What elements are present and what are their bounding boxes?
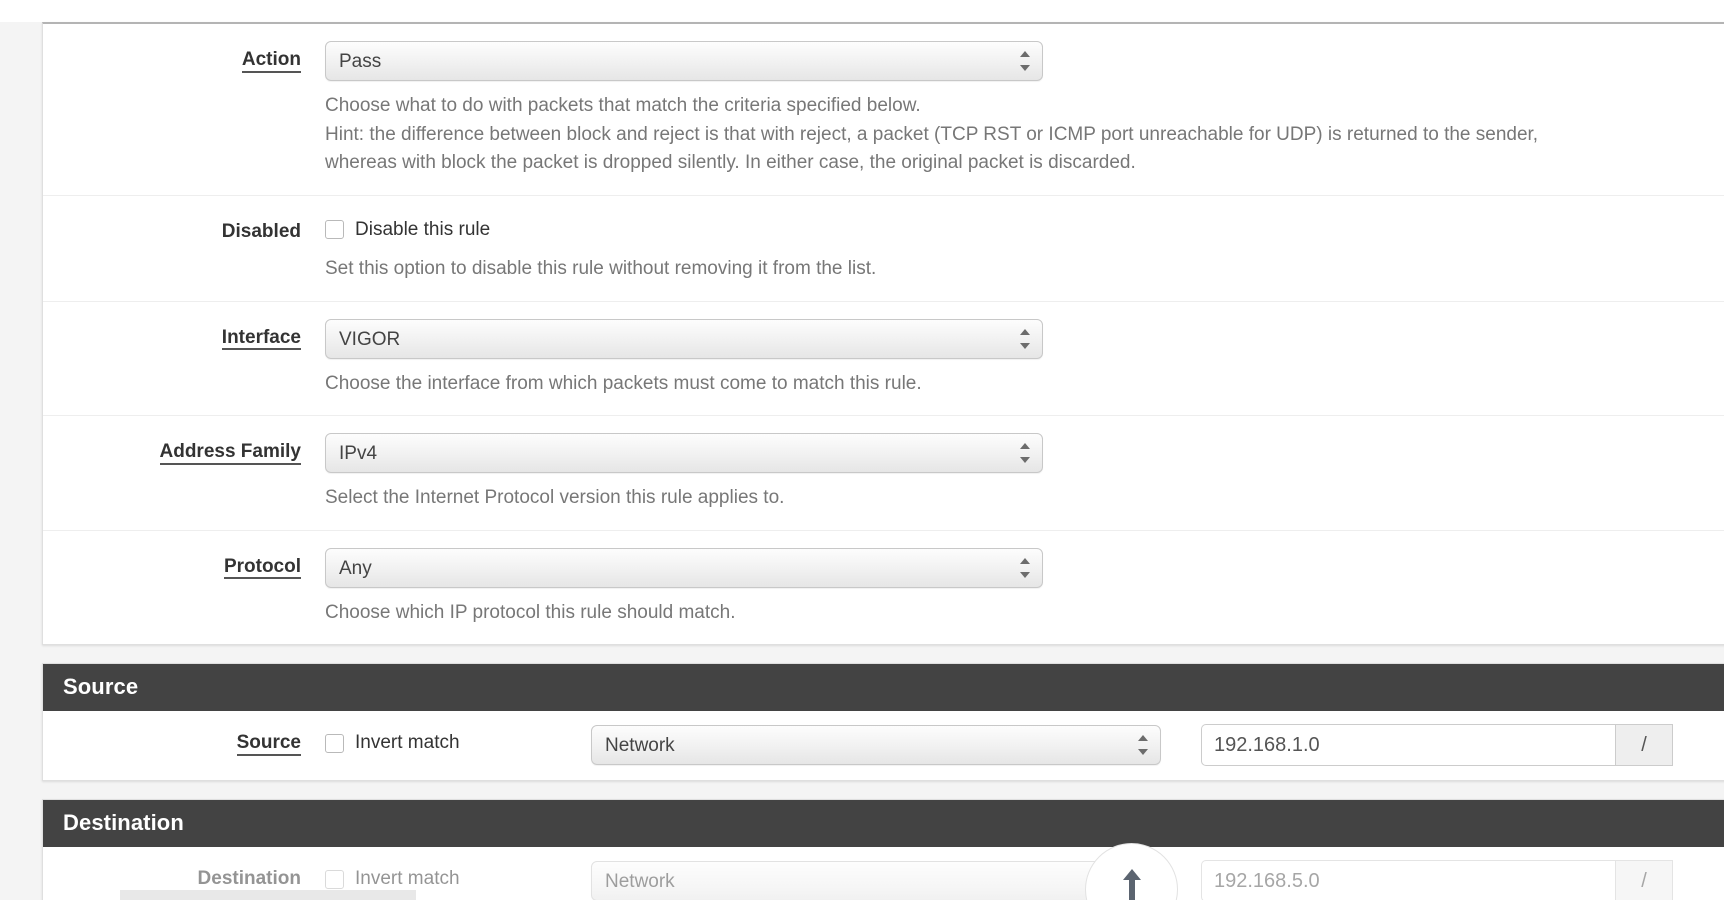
form-row-source: Source Invert match Network 192.168.1.0 … <box>43 711 1724 780</box>
firewall-rule-edit-page: Action Pass Choose what to do with packe… <box>0 0 1724 900</box>
destination-type-select[interactable]: Network <box>591 861 1161 900</box>
protocol-control-cell: Any Choose which IP protocol this rule s… <box>317 547 1724 628</box>
form-row-disabled: Disabled Disable this rule Set this opti… <box>43 196 1724 302</box>
content-column: Action Pass Choose what to do with packe… <box>42 22 1724 900</box>
protocol-select[interactable]: Any <box>325 547 1043 588</box>
action-help: Choose what to do with packets that matc… <box>325 92 1724 178</box>
protocol-label: Protocol <box>223 556 301 580</box>
interface-control-cell: VIGOR Choose the interface from which pa… <box>317 318 1724 399</box>
source-label: Source <box>236 733 301 756</box>
form-row-interface: Interface VIGOR Choose the interface fro… <box>43 302 1724 416</box>
source-address-input-group: 192.168.1.0 / <box>1201 724 1673 766</box>
source-address-row: Invert match Network 192.168.1.0 / <box>325 724 1724 766</box>
chevron-updown-icon <box>1020 327 1031 351</box>
address-family-control-cell: IPv4 Select the Internet Protocol versio… <box>317 433 1724 513</box>
chevron-updown-icon <box>1020 49 1031 73</box>
destination-label: Destination <box>197 869 301 892</box>
interface-select[interactable]: VIGOR <box>325 318 1043 359</box>
disabled-help: Set this option to disable this rule wit… <box>325 255 1724 284</box>
action-label: Action <box>241 50 301 73</box>
destination-address-row: Invert match Network 192.168.5.0 / <box>325 860 1724 900</box>
address-family-help: Select the Internet Protocol version thi… <box>325 484 1724 513</box>
action-help-line-2: Hint: the difference between block and r… <box>325 123 1539 145</box>
address-family-select-value: IPv4 <box>339 443 378 464</box>
destination-address-input[interactable]: 192.168.5.0 <box>1201 860 1615 900</box>
disable-rule-checkbox-wrap[interactable]: Disable this rule <box>325 213 490 241</box>
form-row-address-family: Address Family IPv4 Select the Internet … <box>43 416 1724 531</box>
chevron-updown-icon <box>1020 556 1031 580</box>
address-family-help-line-1: Select the Internet Protocol version thi… <box>325 487 785 508</box>
edit-firewall-rule-body: Action Pass Choose what to do with packe… <box>43 24 1724 644</box>
disabled-label: Disabled <box>221 220 301 242</box>
source-type-value: Network <box>605 735 675 756</box>
source-panel: Source Source Invert match Network 192.1… <box>42 663 1724 781</box>
source-type-cell: Network <box>591 725 1201 765</box>
form-row-action: Action Pass Choose what to do with packe… <box>43 24 1724 196</box>
interface-label: Interface <box>221 327 301 351</box>
action-help-line-3: whereas with block the packet is dropped… <box>325 152 1136 173</box>
destination-mask-addon: / <box>1615 860 1673 900</box>
source-invert-checkbox-wrap[interactable]: Invert match <box>325 732 460 754</box>
disable-rule-checkbox[interactable] <box>325 220 344 239</box>
address-family-label: Address Family <box>159 442 301 465</box>
interface-help-line-1: Choose the interface from which packets … <box>325 372 922 394</box>
action-control-cell: Pass Choose what to do with packets that… <box>317 41 1724 178</box>
source-invert-label: Invert match <box>355 732 460 754</box>
protocol-help: Choose which IP protocol this rule shoul… <box>325 599 1724 628</box>
disabled-label-cell: Disabled <box>43 213 317 243</box>
source-address-input[interactable]: 192.168.1.0 <box>1201 724 1615 766</box>
source-control-cell: Invert match Network 192.168.1.0 / <box>317 724 1724 766</box>
source-type-select[interactable]: Network <box>591 725 1161 765</box>
address-family-select[interactable]: IPv4 <box>325 433 1043 473</box>
edit-firewall-rule-panel: Action Pass Choose what to do with packe… <box>42 22 1724 645</box>
action-help-line-1: Choose what to do with packets that matc… <box>325 95 921 116</box>
source-panel-body: Source Invert match Network 192.168.1.0 … <box>43 711 1724 780</box>
action-select-value: Pass <box>339 51 382 72</box>
address-family-label-cell: Address Family <box>43 433 317 465</box>
source-mask-addon: / <box>1615 724 1673 766</box>
interface-select-value: VIGOR <box>339 328 401 350</box>
source-invert-cell: Invert match <box>325 732 591 758</box>
disable-rule-checkbox-label: Disable this rule <box>355 218 491 240</box>
protocol-help-line-1: Choose which IP protocol this rule shoul… <box>325 601 736 623</box>
page-top-strip <box>0 0 1724 22</box>
destination-panel-heading: Destination <box>43 800 1724 847</box>
action-label-cell: Action <box>43 41 317 73</box>
destination-label-cell: Destination <box>43 860 317 892</box>
destination-invert-label: Invert match <box>355 868 460 890</box>
destination-address-input-group: 192.168.5.0 / <box>1201 860 1673 900</box>
destination-control-cell: Invert match Network 192.168.5.0 / <box>317 860 1724 900</box>
interface-help: Choose the interface from which packets … <box>325 370 1724 399</box>
source-invert-checkbox[interactable] <box>325 733 344 753</box>
source-panel-heading: Source <box>43 664 1724 711</box>
disabled-help-line-1: Set this option to disable this rule wit… <box>325 258 877 279</box>
action-select[interactable]: Pass <box>325 41 1043 81</box>
protocol-label-cell: Protocol <box>43 548 317 580</box>
interface-label-cell: Interface <box>43 319 317 351</box>
arrows-vertical-icon <box>1122 868 1141 900</box>
destination-invert-checkbox-wrap[interactable]: Invert match <box>325 868 460 890</box>
chevron-updown-icon <box>1138 733 1149 757</box>
source-label-cell: Source <box>43 724 317 756</box>
form-row-protocol: Protocol Any Choose which IP protocol th… <box>43 531 1724 645</box>
destination-panel: Destination Destination Invert match Net… <box>42 799 1724 900</box>
disabled-control-cell: Disable this rule Set this option to dis… <box>317 213 1724 284</box>
chevron-updown-icon <box>1020 441 1031 465</box>
destination-type-value: Network <box>605 871 675 892</box>
protocol-select-value: Any <box>339 557 372 579</box>
destination-invert-checkbox[interactable] <box>325 869 344 889</box>
next-panel-edge <box>120 890 416 900</box>
